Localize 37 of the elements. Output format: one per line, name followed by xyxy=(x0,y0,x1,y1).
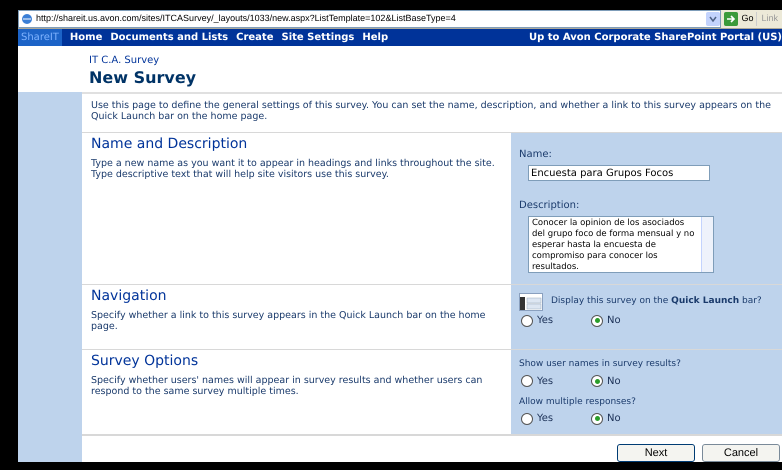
radio-button[interactable] xyxy=(591,314,603,326)
question-label: Show user names in survey results? xyxy=(519,358,681,371)
section-description: Specify whether a link to this survey appears in the Quick Launch bar on the home page. xyxy=(91,310,486,332)
intro-text: Use this page to define the general settings of this survey. You can set the name, description, and whether a link to this survey appears on the Quick Launch bar on the home page. xyxy=(91,100,772,122)
quick-launch-icon xyxy=(519,293,543,311)
question-label: Display this survey on the Quick Launch bar? xyxy=(551,295,762,308)
radio-label: Yes xyxy=(537,374,554,388)
question-label: Allow multiple responses? xyxy=(519,396,636,408)
section-description: Type a new name as you want it to appear in headings and links throughout the site. Type descriptive text that will help site visitors use this survey. xyxy=(91,158,496,180)
radio-label: Yes xyxy=(537,314,554,328)
go-button[interactable]: Go xyxy=(721,12,756,26)
nav-link[interactable]: Help xyxy=(362,30,388,45)
next-button[interactable]: Next xyxy=(617,444,695,462)
cancel-button[interactable]: Cancel xyxy=(702,444,780,462)
field-label: Name: xyxy=(519,148,553,162)
radio-button[interactable] xyxy=(591,412,603,424)
nav-link[interactable]: Create xyxy=(236,30,274,45)
radio-label: No xyxy=(607,412,621,426)
nav-link[interactable]: Home xyxy=(70,30,102,45)
section-title: Name and Description xyxy=(91,135,248,153)
name-field[interactable]: Encuesta para Grupos Focos xyxy=(528,165,710,181)
radio-label: No xyxy=(607,374,621,388)
radio-button[interactable] xyxy=(521,314,533,326)
section-title: Navigation xyxy=(91,287,168,305)
radio-button[interactable] xyxy=(591,375,603,387)
section-description: Specify whether users' names will appear in survey results and whether users can respond to the same survey multiple times. xyxy=(91,375,484,397)
portal-link[interactable]: Up to Avon Corporate SharePoint Portal (US) xyxy=(529,30,782,45)
site-name[interactable]: IT C.A. Survey xyxy=(89,53,782,68)
section-title: Survey Options xyxy=(91,352,200,370)
radio-label: No xyxy=(607,314,621,328)
nav-link[interactable]: Documents and Lists xyxy=(110,30,228,45)
page-title: New Survey xyxy=(89,68,198,87)
nav-link[interactable]: Site Settings xyxy=(282,30,354,45)
radio-button[interactable] xyxy=(521,412,533,424)
radio-label: Yes xyxy=(537,412,554,426)
radio-button[interactable] xyxy=(521,375,533,387)
field-label: Description: xyxy=(519,199,580,213)
